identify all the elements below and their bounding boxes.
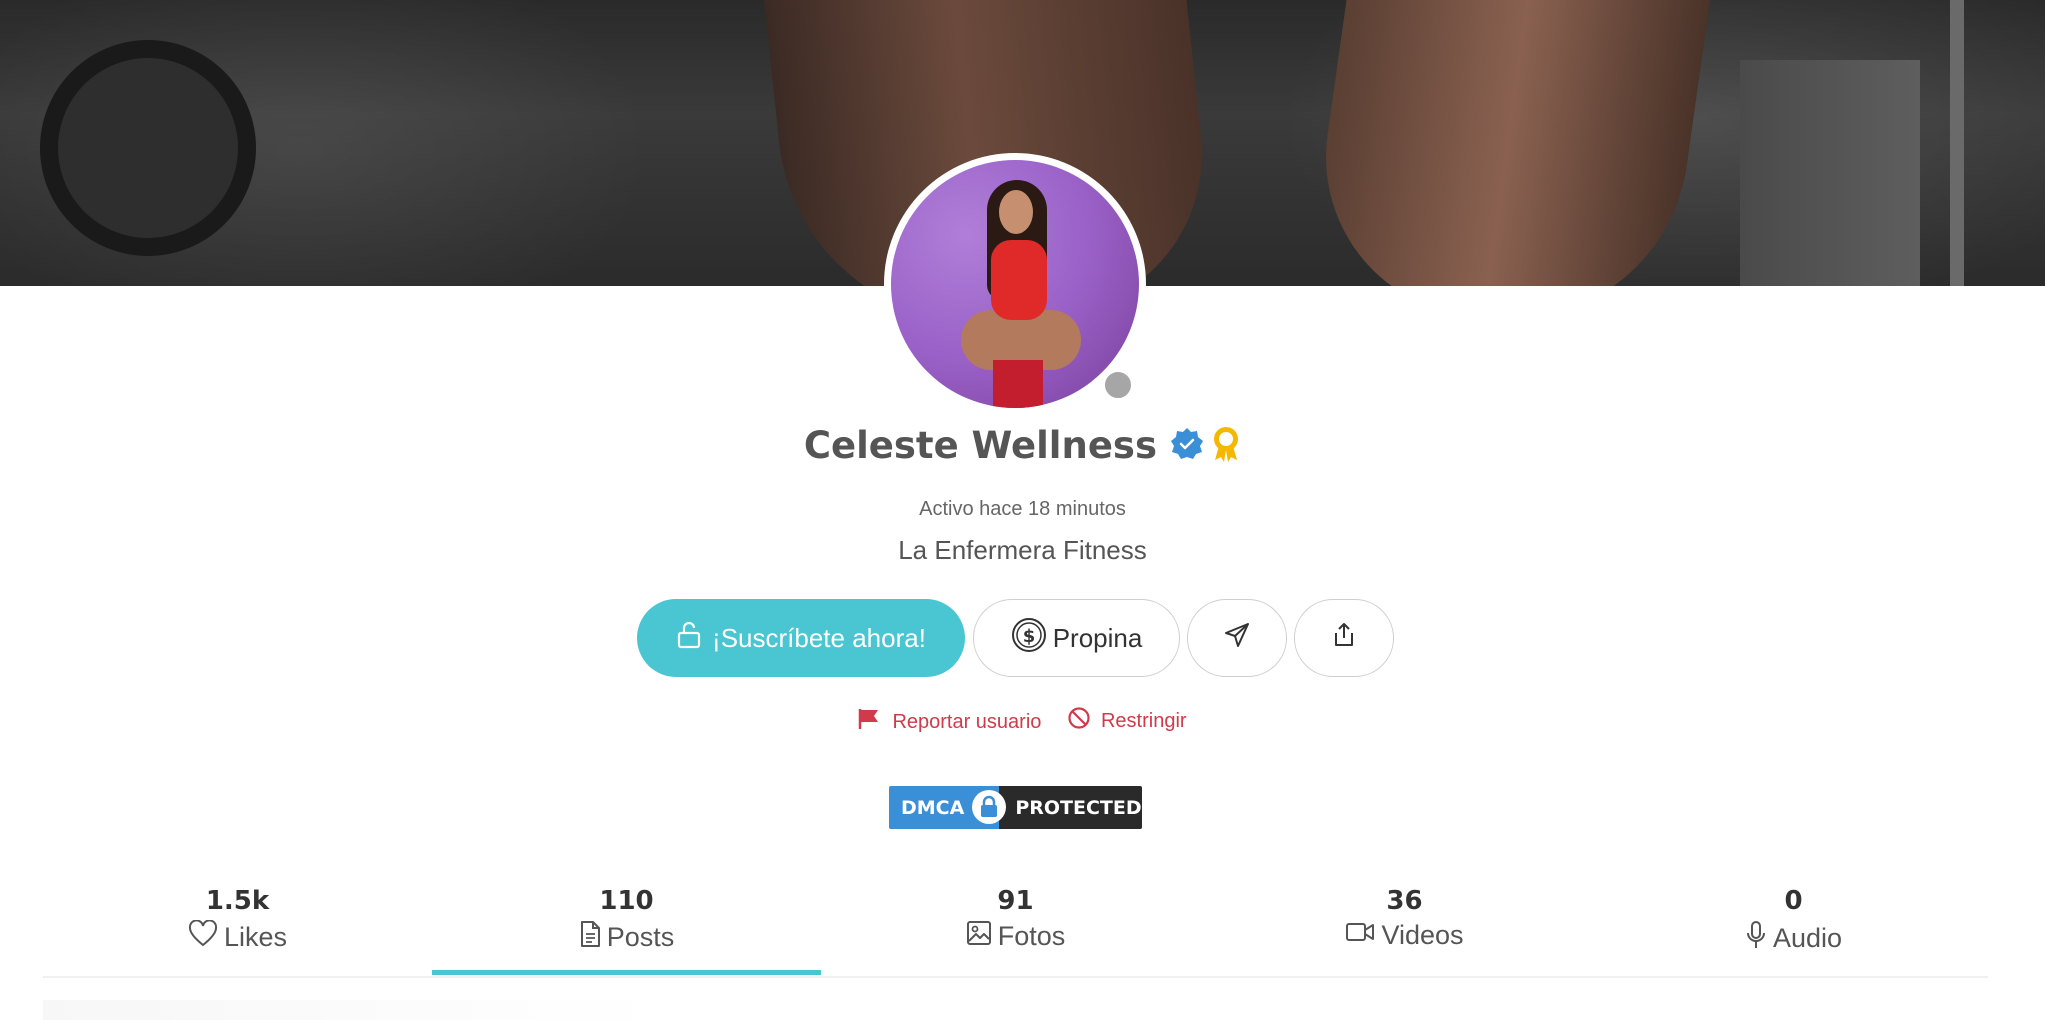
report-user-link[interactable]: Reportar usuario <box>858 708 1041 736</box>
subscribe-button[interactable]: ¡Suscríbete ahora! <box>637 599 965 677</box>
tab-posts[interactable]: 110 Posts <box>432 876 821 976</box>
last-active-text: Activo hace 18 minutos <box>919 498 1126 520</box>
svg-text:$: $ <box>1022 626 1035 647</box>
protected-text: PROTECTED <box>1015 796 1142 819</box>
dollar-coin-icon: $ <box>1011 617 1047 660</box>
dmca-right: PROTECTED <box>999 786 1142 829</box>
subscribe-label: ¡Suscríbete ahora! <box>712 622 926 653</box>
tab-audio[interactable]: 0 Audio <box>1599 876 1988 976</box>
fotos-count: 91 <box>997 886 1034 916</box>
audio-label: Audio <box>1772 923 1843 953</box>
status-indicator <box>1102 369 1134 401</box>
document-icon <box>579 920 607 955</box>
profile-name-row: Celeste Wellness <box>0 424 2045 476</box>
active-tab-indicator <box>432 970 821 975</box>
avatar-photo <box>891 160 1139 408</box>
posts-label: Posts <box>606 922 675 952</box>
video-camera-icon <box>1345 920 1381 951</box>
unlock-icon <box>676 621 712 656</box>
tab-videos[interactable]: 36 Videos <box>1210 876 1599 976</box>
avatar[interactable] <box>884 153 1146 415</box>
profile-bio: La Enfermera Fitness <box>898 535 1147 565</box>
dmca-protected-badge[interactable]: DMCA PROTECTED <box>889 786 1142 829</box>
videos-label: Videos <box>1381 920 1464 950</box>
profile-name: Celeste Wellness <box>803 424 1157 467</box>
share-icon <box>1331 621 1357 656</box>
send-icon <box>1223 621 1251 656</box>
likes-count: 1.5k <box>205 886 270 916</box>
tab-likes[interactable]: 1.5k Likes <box>43 876 432 976</box>
tip-label: Propina <box>1052 622 1143 653</box>
tab-fotos[interactable]: 91 Fotos <box>821 876 1210 976</box>
dmca-text: DMCA <box>901 796 965 819</box>
microphone-icon <box>1745 920 1773 957</box>
likes-label: Likes <box>223 922 288 952</box>
share-button[interactable] <box>1294 599 1394 677</box>
content-placeholder <box>43 1000 663 1020</box>
award-ribbon-icon <box>1211 426 1241 466</box>
profile-actions: Reportar usuario Restringir <box>0 706 2045 736</box>
verified-badge-icon <box>1170 427 1204 465</box>
profile-stats-tabs: 1.5k Likes 110 Posts 91 Fotos 36 Videos … <box>43 876 1988 976</box>
block-icon <box>1067 706 1101 736</box>
audio-count: 0 <box>1784 886 1803 916</box>
heart-icon <box>188 919 224 955</box>
flag-icon <box>858 708 892 736</box>
restrict-link[interactable]: Restringir <box>1067 706 1187 736</box>
fotos-label: Fotos <box>997 921 1066 951</box>
posts-count: 110 <box>599 886 654 916</box>
send-message-button[interactable] <box>1187 599 1287 677</box>
restrict-label: Restringir <box>1100 709 1187 732</box>
videos-count: 36 <box>1386 886 1423 916</box>
report-user-label: Reportar usuario <box>892 710 1042 733</box>
tip-button[interactable]: $ Propina <box>973 599 1180 677</box>
image-icon <box>966 920 998 953</box>
tabs-divider <box>43 976 1988 978</box>
lock-icon <box>972 790 1006 824</box>
